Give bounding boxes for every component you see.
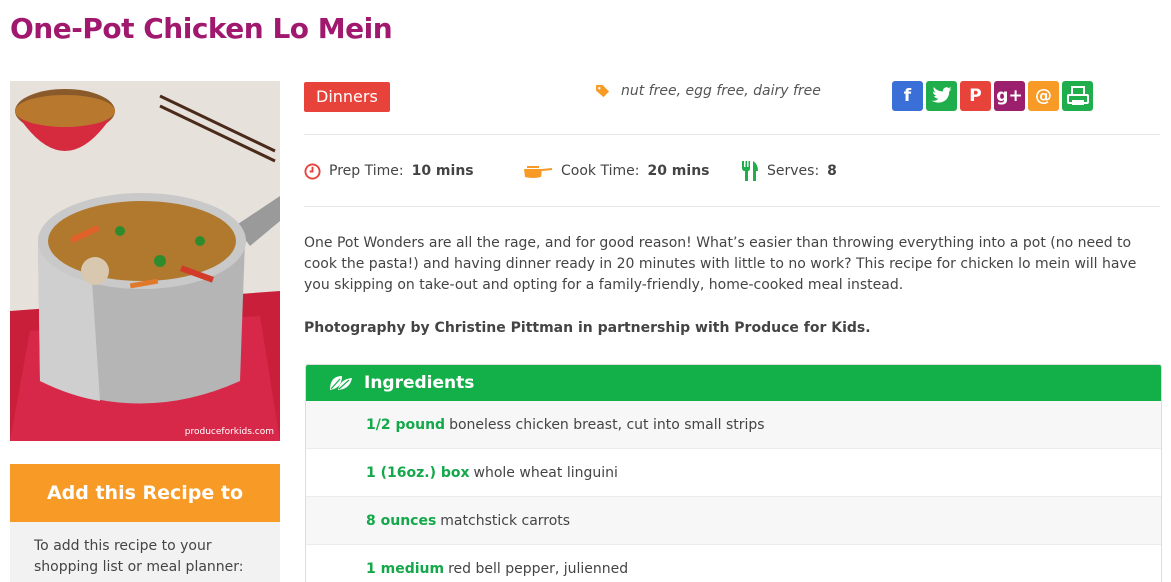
ingredients-panel: Ingredients 1/2 pound boneless chicken b…	[305, 364, 1162, 582]
serves-value: 8	[827, 163, 837, 179]
twitter-icon	[930, 87, 952, 103]
ingredient-quantity: 1/2 pound	[366, 416, 446, 433]
pot-icon	[524, 166, 553, 178]
share-bar: f P g+ @	[892, 81, 1093, 111]
divider	[304, 134, 1160, 135]
fork-knife-icon	[742, 161, 758, 181]
diet-tags: nut free, egg free, dairy free	[596, 83, 821, 99]
email-icon: @	[1035, 86, 1052, 106]
ingredient-item: 1 (16oz.) box whole wheat linguini	[306, 449, 1161, 497]
recipe-title: One-Pot Chicken Lo Mein	[10, 12, 393, 45]
ingredient-item: 1 medium red bell pepper, julienned	[306, 545, 1161, 582]
ingredients-header: Ingredients	[306, 365, 1161, 401]
facebook-share-button[interactable]: f	[892, 81, 923, 111]
add-recipe-instructions: To add this recipe to your shopping list…	[10, 522, 280, 582]
email-share-button[interactable]: @	[1028, 81, 1059, 111]
recipe-meta: Prep Time: 10 mins Cook Time: 20 mins Se…	[304, 161, 837, 181]
photo-watermark: produceforkids.com	[184, 427, 274, 437]
pinterest-icon: P	[969, 86, 982, 106]
ingredient-item: 8 ounces matchstick carrots	[306, 497, 1161, 545]
cook-time-value: 20 mins	[647, 163, 710, 179]
diet-tags-label: nut free, egg free, dairy free	[621, 83, 821, 99]
cook-time-label: Cook Time:	[561, 163, 640, 179]
prep-time-value: 10 mins	[411, 163, 474, 179]
category-tag[interactable]: Dinners	[304, 82, 390, 112]
print-icon	[1066, 86, 1089, 105]
google-plus-share-button[interactable]: g+	[994, 81, 1025, 111]
ingredient-name: red bell pepper, julienned	[448, 560, 629, 577]
tag-icon	[596, 84, 610, 97]
serves: Serves: 8	[741, 161, 837, 181]
print-button[interactable]	[1062, 81, 1093, 111]
add-recipe-header[interactable]: Add this Recipe to	[10, 464, 280, 522]
facebook-icon: f	[903, 86, 912, 106]
recipe-photo: produceforkids.com	[10, 81, 280, 441]
pinterest-share-button[interactable]: P	[960, 81, 991, 111]
recipe-description: One Pot Wonders are all the rage, and fo…	[304, 235, 1137, 293]
ingredients-list: 1/2 pound boneless chicken breast, cut i…	[306, 401, 1161, 582]
photo-credit: Photography by Christine Pittman in part…	[304, 320, 871, 336]
ingredient-quantity: 1 (16oz.) box	[366, 464, 470, 481]
twitter-share-button[interactable]	[926, 81, 957, 111]
ingredient-name: boneless chicken breast, cut into small …	[449, 416, 765, 433]
prep-time: Prep Time: 10 mins	[304, 162, 523, 180]
google-plus-icon: g+	[996, 86, 1023, 106]
prep-time-label: Prep Time:	[329, 163, 404, 179]
ingredient-quantity: 8 ounces	[366, 512, 437, 529]
ingredient-item: 1/2 pound boneless chicken breast, cut i…	[306, 401, 1161, 449]
ingredient-name: matchstick carrots	[440, 512, 571, 529]
ingredient-quantity: 1 medium	[366, 560, 445, 577]
clock-icon	[304, 162, 321, 180]
leaf-icon	[330, 376, 352, 390]
add-recipe-box: Add this Recipe to To add this recipe to…	[10, 464, 280, 582]
divider	[304, 206, 1160, 207]
ingredient-name: whole wheat linguini	[473, 464, 618, 481]
serves-label: Serves:	[767, 163, 820, 179]
ingredients-title: Ingredients	[364, 373, 475, 393]
cook-time: Cook Time: 20 mins	[523, 163, 741, 179]
